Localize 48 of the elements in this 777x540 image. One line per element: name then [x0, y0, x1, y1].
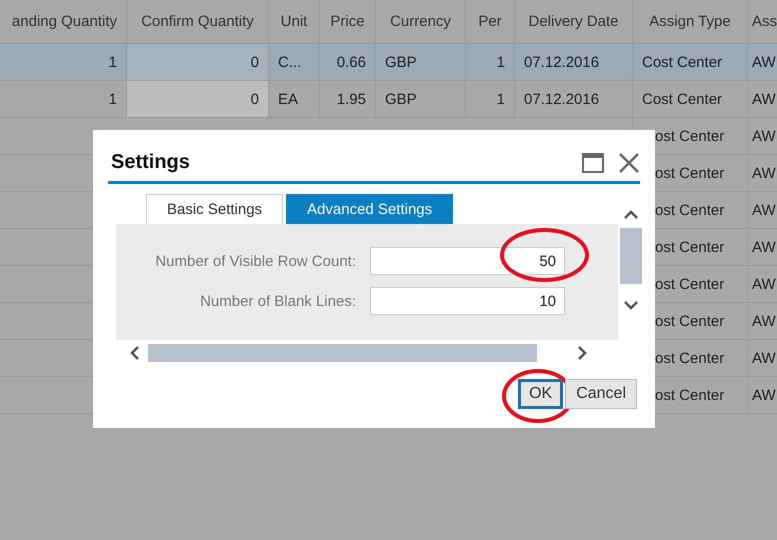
table-cell: 07.12.2016	[515, 81, 633, 117]
table-cell: 0	[127, 81, 269, 117]
input-field[interactable]: 50	[370, 247, 565, 275]
maximize-icon[interactable]	[582, 152, 604, 172]
column-header[interactable]: Per	[466, 0, 515, 43]
column-header[interactable]: Ass	[748, 0, 777, 43]
table-cell: 0.66	[320, 44, 376, 80]
cancel-button[interactable]: Cancel	[565, 379, 637, 409]
field-label: Number of Visible Row Count:	[154, 252, 357, 270]
table-cell-text: AW	[751, 238, 777, 258]
column-header[interactable]: Unit	[269, 0, 320, 43]
column-header[interactable]: Currency	[376, 0, 466, 43]
table-cell: GBP	[376, 81, 466, 117]
column-header[interactable]: Confirm Quantity	[127, 0, 269, 43]
table-cell: C...	[269, 44, 320, 80]
scrollbar-thumb[interactable]	[148, 344, 537, 362]
table-cell-text: AW	[751, 312, 777, 332]
table-cell-text: AW	[751, 126, 777, 146]
table-cell-text: AW	[751, 274, 777, 294]
table-cell: 1	[466, 44, 515, 80]
table-cell: Cost Center	[633, 81, 748, 117]
table-cell-text: AW	[751, 386, 777, 406]
ok-button[interactable]: OK	[518, 379, 564, 409]
table-row[interactable]: 1 0 EA 1.95 GBP 1 07.12.2016 Cost Center AW	[0, 81, 777, 118]
column-header[interactable]: Assign Type	[633, 0, 748, 43]
table-cell: GBP	[376, 44, 466, 80]
table-row[interactable]: 1 0 C... 0.66 GBP 1 07.12.2016 Cost Center AW	[0, 44, 777, 81]
table-cell: 0	[127, 44, 269, 80]
column-header[interactable]: Price	[320, 0, 376, 43]
table-cell: AW	[748, 44, 777, 80]
table-cell-text: AW	[751, 200, 777, 220]
table-cell: Cost Center	[633, 44, 748, 80]
settings-tab[interactable]: Basic Settings	[146, 194, 284, 224]
scrollbar-thumb[interactable]	[620, 228, 642, 284]
table-cell: 07.12.2016	[515, 44, 633, 80]
table-cell: 1.95	[320, 81, 376, 117]
field-label: Number of Blank Lines:	[199, 292, 357, 310]
dialog-title: Settings	[111, 151, 191, 174]
table-cell: AW	[748, 81, 777, 117]
column-header[interactable]: anding Quantity	[0, 0, 127, 43]
table-cell-text: AW	[751, 348, 777, 368]
table-cell: 1	[466, 81, 515, 117]
column-header[interactable]: Delivery Date	[515, 0, 633, 43]
input-field[interactable]: 10	[370, 287, 565, 315]
settings-tab[interactable]: Advanced Settings	[286, 194, 454, 224]
close-icon[interactable]	[618, 152, 640, 174]
table-cell: EA	[269, 81, 320, 117]
table-cell-text: AW	[751, 164, 777, 184]
